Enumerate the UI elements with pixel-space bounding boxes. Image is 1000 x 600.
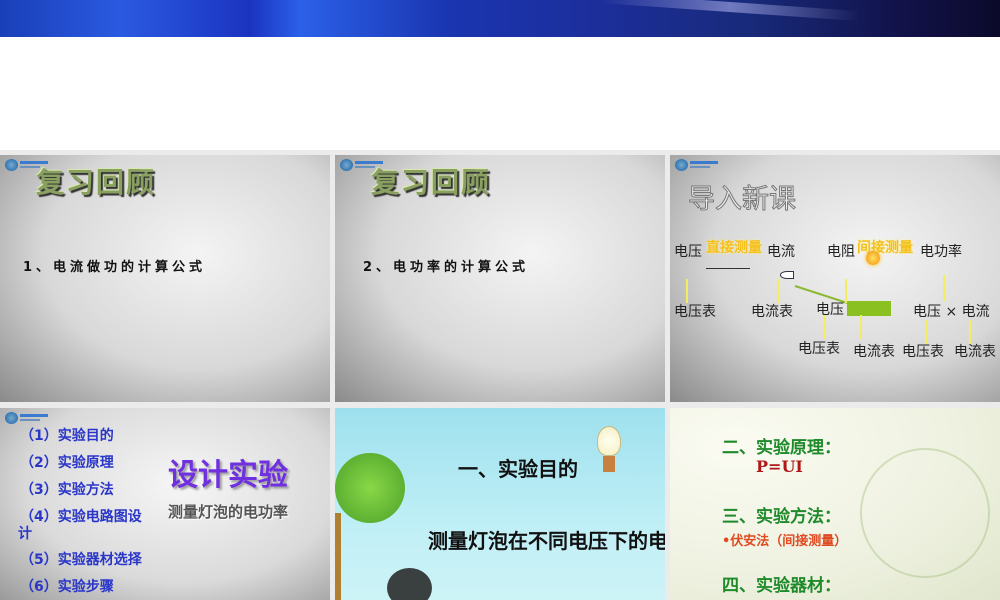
formula: P=UI xyxy=(756,457,803,476)
slide-text: 2、电功率的计算公式 xyxy=(363,260,530,275)
list-item: （2）实验原理 xyxy=(20,455,114,471)
label-indirect: 间接测量 xyxy=(857,240,913,256)
list-item: （5）实验器材选择 xyxy=(20,552,142,568)
label-direct: 直接测量 xyxy=(706,240,762,256)
list-item: （4）实验电路图设 xyxy=(20,509,142,525)
decorative-swirl xyxy=(860,448,990,578)
slide-text: 1、电流做功的计算公式 xyxy=(23,260,207,275)
divider-line xyxy=(706,268,750,269)
crow-icon xyxy=(387,568,432,600)
label-voltage-2: 电压 xyxy=(816,302,844,318)
tree-trunk xyxy=(335,513,341,600)
slide-subtitle: 测量灯泡的电功率 xyxy=(168,503,289,521)
sun-icon xyxy=(866,251,880,265)
label-ammeter-2: 电流表 xyxy=(853,344,895,360)
arrow-down-icon xyxy=(860,315,862,339)
object-box xyxy=(847,301,891,316)
logo-icon xyxy=(5,412,49,424)
slide-title: 复习回顾 xyxy=(371,166,492,199)
label-product: 电压 × 电流 xyxy=(913,304,990,320)
slide-body: 测量灯泡在不同电压下的电功 xyxy=(428,529,665,553)
list-item: 计 xyxy=(18,526,32,542)
arrow-down-icon xyxy=(845,279,847,303)
arrow-down-icon xyxy=(943,275,945,301)
slide-title: 导入新课 xyxy=(688,184,797,216)
list-item: （6）实验步骤 xyxy=(20,579,114,595)
list-item: （1）实验目的 xyxy=(20,428,114,444)
arrow-down-icon xyxy=(686,279,688,303)
equipment-heading: 四、实验器材： xyxy=(722,576,841,596)
arrow-down-icon xyxy=(777,279,779,303)
label-voltmeter-2: 电压表 xyxy=(798,341,840,357)
tree-icon xyxy=(335,453,405,523)
label-voltmeter-3: 电压表 xyxy=(902,344,944,360)
method-heading: 三、实验方法： xyxy=(722,507,841,527)
blank-area xyxy=(0,37,1000,150)
header-banner xyxy=(0,0,1000,37)
slide-thumbnail-3[interactable]: 导入新课 电压 直接测量 电流 电阻 间接测量 电功率 电压表 电流表 电压 电… xyxy=(670,155,1000,402)
slide-title: 复习回顾 xyxy=(36,166,157,199)
eye-icon xyxy=(780,271,794,279)
label-voltage: 电压 xyxy=(674,244,702,260)
label-power: 电功率 xyxy=(920,244,962,260)
slide-thumbnail-6[interactable]: 二、实验原理： P=UI 三、实验方法： •伏安法（间接测量） 四、实验器材： xyxy=(670,408,1000,600)
label-current: 电流 xyxy=(767,244,795,260)
label-voltmeter: 电压表 xyxy=(674,304,716,320)
label-ammeter: 电流表 xyxy=(751,304,793,320)
list-item: （3）实验方法 xyxy=(20,482,114,498)
slide-thumbnail-5[interactable]: 一、实验目的 测量灯泡在不同电压下的电功 xyxy=(335,408,665,600)
slide-thumbnail-4[interactable]: （1）实验目的 （2）实验原理 （3）实验方法 （4）实验电路图设 计 （5）实… xyxy=(0,408,330,600)
slide-thumbnail-1[interactable]: 复习回顾 1、电流做功的计算公式 xyxy=(0,155,330,402)
slide-heading: 一、实验目的 xyxy=(458,457,578,481)
method-item: •伏安法（间接测量） xyxy=(722,534,848,549)
slide-thumbnail-2[interactable]: 复习回顾 2、电功率的计算公式 xyxy=(335,155,665,402)
light-bulb-icon xyxy=(597,426,621,456)
slide-title: 设计实验 xyxy=(168,458,288,493)
label-resistance: 电阻 xyxy=(827,244,855,260)
principle-heading: 二、实验原理： xyxy=(722,438,841,458)
label-ammeter-3: 电流表 xyxy=(954,344,996,360)
bulb-base xyxy=(603,456,615,472)
logo-icon xyxy=(675,159,719,171)
